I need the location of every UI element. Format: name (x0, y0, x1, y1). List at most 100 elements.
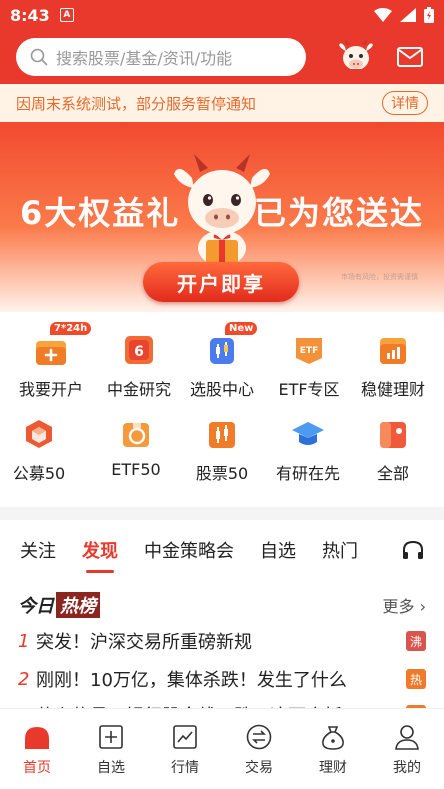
money-bag-icon (319, 723, 347, 751)
nav-label: 我的 (393, 760, 421, 776)
etf-icon: ETF (292, 334, 326, 366)
battery-icon (424, 7, 434, 23)
hot-list-title: 今日 热榜 (18, 592, 100, 618)
wealth-icon (376, 334, 410, 366)
mail-button[interactable] (394, 41, 426, 73)
tab-strategy-meeting[interactable]: 中金策略会 (144, 537, 234, 563)
hot-item-title: 突发！沪深交易所重磅新规 (36, 632, 252, 653)
more-label: 更多 (382, 597, 415, 616)
hot-tag-hot: 热 (406, 669, 426, 689)
cow-mascot-icon (339, 39, 373, 74)
feature-grid: 7*24h 我要开户 6 中金研究 New 选股中心 ETF ETF专区 稳健理… (0, 312, 444, 507)
grid-label: 我要开户 (18, 380, 83, 399)
hot-tag-boiling: 沸 (406, 631, 426, 651)
grid-label: 全部 (376, 464, 409, 483)
grid-item-research[interactable]: 6 中金研究 (95, 334, 183, 400)
grid-label: 公募50 (12, 464, 66, 483)
signal-icon (400, 8, 416, 22)
nav-label: 自选 (97, 760, 125, 776)
chart-icon (171, 723, 199, 751)
hot-list-item[interactable]: 1 突发！沪深交易所重磅新规 沸 (18, 628, 426, 654)
search-placeholder: 搜索股票/基金/资讯/功能 (56, 49, 233, 68)
hot-title-part2: 热榜 (56, 592, 100, 618)
hot-item-title: 刚刚！10万亿，集体杀跌！发生了什么 (36, 670, 347, 691)
graduation-cap-icon (291, 418, 325, 450)
stock50-icon (205, 418, 239, 450)
wifi-icon (374, 8, 392, 22)
nav-wealth[interactable]: 理财 (296, 709, 370, 789)
nav-label: 交易 (245, 760, 273, 776)
open-account-cta-button[interactable]: 开户即享 (143, 262, 299, 302)
nav-market[interactable]: 行情 (148, 709, 222, 789)
notice-text: 因周末系统测试，部分服务暂停通知 (16, 94, 257, 113)
grid-item-etf[interactable]: ETF ETF专区 (265, 334, 353, 400)
content-card: 关注 发现 中金策略会 自选 热门 今日 热榜 更多 › 1 突发！沪深交易所重… (0, 520, 444, 727)
hot-list-item[interactable]: 2 刚刚！10万亿，集体杀跌！发生了什么 热 (18, 666, 426, 692)
plus-box-icon (97, 723, 125, 751)
stock-picker-icon: New (205, 322, 258, 366)
rank-number: 2 (18, 668, 30, 690)
nav-watchlist[interactable]: 自选 (74, 709, 148, 789)
status-time: 8:43 (10, 5, 50, 25)
headphones-icon[interactable] (402, 540, 424, 560)
fund-icon (22, 418, 56, 450)
grid-label: 稳健理财 (360, 380, 425, 399)
hot-title-part1: 今日 (18, 596, 54, 617)
nav-label: 理财 (319, 760, 347, 776)
chevron-right-icon: › (419, 597, 426, 616)
grid-label: 中金研究 (106, 380, 171, 399)
notice-bar: 因周末系统测试，部分服务暂停通知 详情 (0, 84, 444, 122)
promo-banner[interactable]: 6大权益礼 已为您送达 市场有风险，投资需谨慎 开户即享 (0, 122, 444, 312)
grid-item-stock-picker[interactable]: New 选股中心 (178, 322, 266, 400)
app-header: 搜索股票/基金/资讯/功能 (0, 30, 444, 84)
cow-mascot-illustration (174, 154, 270, 266)
svg-text:6: 6 (134, 344, 144, 360)
tab-follow[interactable]: 关注 (20, 537, 56, 563)
more-link[interactable]: 更多 › (382, 593, 426, 617)
tab-discover[interactable]: 发现 (82, 537, 118, 573)
status-icons (374, 7, 434, 23)
badge-24h: 7*24h (50, 322, 92, 335)
nav-label: 首页 (23, 760, 51, 776)
grid-item-fund50[interactable]: 公募50 (0, 418, 83, 484)
grid-label: 有研在先 (275, 464, 340, 483)
nav-home[interactable]: 首页 (0, 709, 74, 789)
badge-new: New (225, 322, 258, 335)
grid-item-stock50[interactable]: 股票50 (178, 418, 266, 484)
home-icon (23, 723, 51, 751)
search-input[interactable]: 搜索股票/基金/资讯/功能 (16, 38, 306, 76)
research-icon: 6 (122, 334, 156, 366)
grid-label: 选股中心 (189, 380, 254, 399)
tab-watchlist[interactable]: 自选 (260, 537, 296, 563)
grid-label: ETF50 (111, 460, 161, 479)
tab-popular[interactable]: 热门 (322, 537, 358, 563)
nav-trade[interactable]: 交易 (222, 709, 296, 789)
banner-left-text: 6大权益礼 (20, 194, 181, 232)
nav-mine[interactable]: 我的 (370, 709, 444, 789)
tab-bar: 关注 发现 中金策略会 自选 热门 (0, 520, 444, 580)
exchange-icon (245, 723, 273, 751)
grid-item-all[interactable]: 全部 (349, 418, 437, 484)
bottom-nav: 首页 自选 行情 交易 理财 我的 (0, 708, 444, 789)
rank-number: 1 (18, 630, 30, 652)
search-icon (30, 48, 48, 66)
grid-label: 股票50 (195, 464, 249, 483)
hot-list-header: 今日 热榜 更多 › (18, 592, 426, 618)
app-indicator-icon: A (59, 8, 74, 22)
grid-item-wealth[interactable]: 稳健理财 (349, 334, 437, 400)
banner-right-text: 已为您送达 (253, 194, 424, 232)
grid-item-research-first[interactable]: 有研在先 (264, 418, 352, 484)
grid-label: ETF专区 (278, 380, 340, 399)
nav-label: 行情 (171, 760, 199, 776)
grid-item-etf50[interactable]: ETF50 (92, 418, 180, 479)
etf50-icon (119, 418, 153, 450)
mascot-button[interactable] (336, 37, 376, 77)
mail-icon (397, 47, 423, 67)
person-icon (393, 723, 421, 751)
all-icon (376, 418, 410, 450)
grid-item-open-account[interactable]: 7*24h 我要开户 (7, 322, 95, 400)
open-account-icon: 7*24h (34, 322, 92, 366)
svg-text:ETF: ETF (300, 346, 318, 356)
banner-disclaimer: 市场有风险，投资需谨慎 (341, 273, 418, 281)
notice-detail-button[interactable]: 详情 (382, 91, 428, 115)
